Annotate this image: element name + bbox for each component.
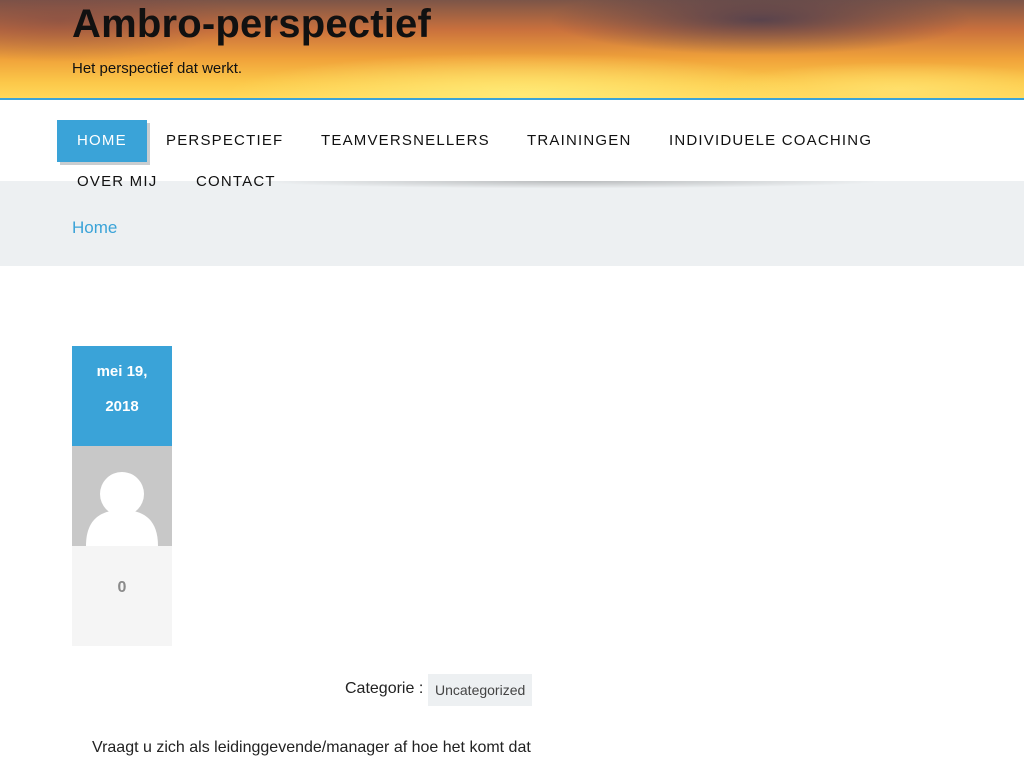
nav-item-individuele-coaching[interactable]: INDIVIDUELE COACHING: [649, 120, 892, 162]
category-label: Categorie :: [345, 680, 424, 697]
site-title[interactable]: Ambro-perspectief: [72, 2, 431, 47]
comment-count[interactable]: 0: [72, 546, 172, 646]
post-date-day: mei 19,: [96, 363, 148, 380]
breadcrumb-home-link[interactable]: Home: [72, 218, 117, 238]
user-silhouette-icon: [86, 472, 158, 546]
nav-item-perspectief[interactable]: PERSPECTIEF: [146, 120, 303, 162]
site-header: Ambro-perspectief Het perspectief dat we…: [0, 0, 1024, 100]
post-date-box: mei 19, 2018: [72, 346, 172, 446]
nav-item-over-mij[interactable]: OVER MIJ: [57, 161, 177, 203]
post-excerpt: Vraagt u zich als leidinggevende/manager…: [92, 739, 531, 756]
category-tag[interactable]: Uncategorized: [428, 674, 533, 706]
author-avatar[interactable]: [72, 446, 172, 546]
nav-item-contact[interactable]: CONTACT: [176, 161, 296, 203]
nav-item-teamversnellers[interactable]: TEAMVERSNELLERS: [301, 120, 510, 162]
post-date-year: 2018: [105, 398, 139, 415]
nav-item-trainingen[interactable]: TRAININGEN: [507, 120, 652, 162]
site-tagline: Het perspectief dat werkt.: [72, 60, 243, 77]
nav-item-home[interactable]: HOME: [57, 120, 147, 162]
